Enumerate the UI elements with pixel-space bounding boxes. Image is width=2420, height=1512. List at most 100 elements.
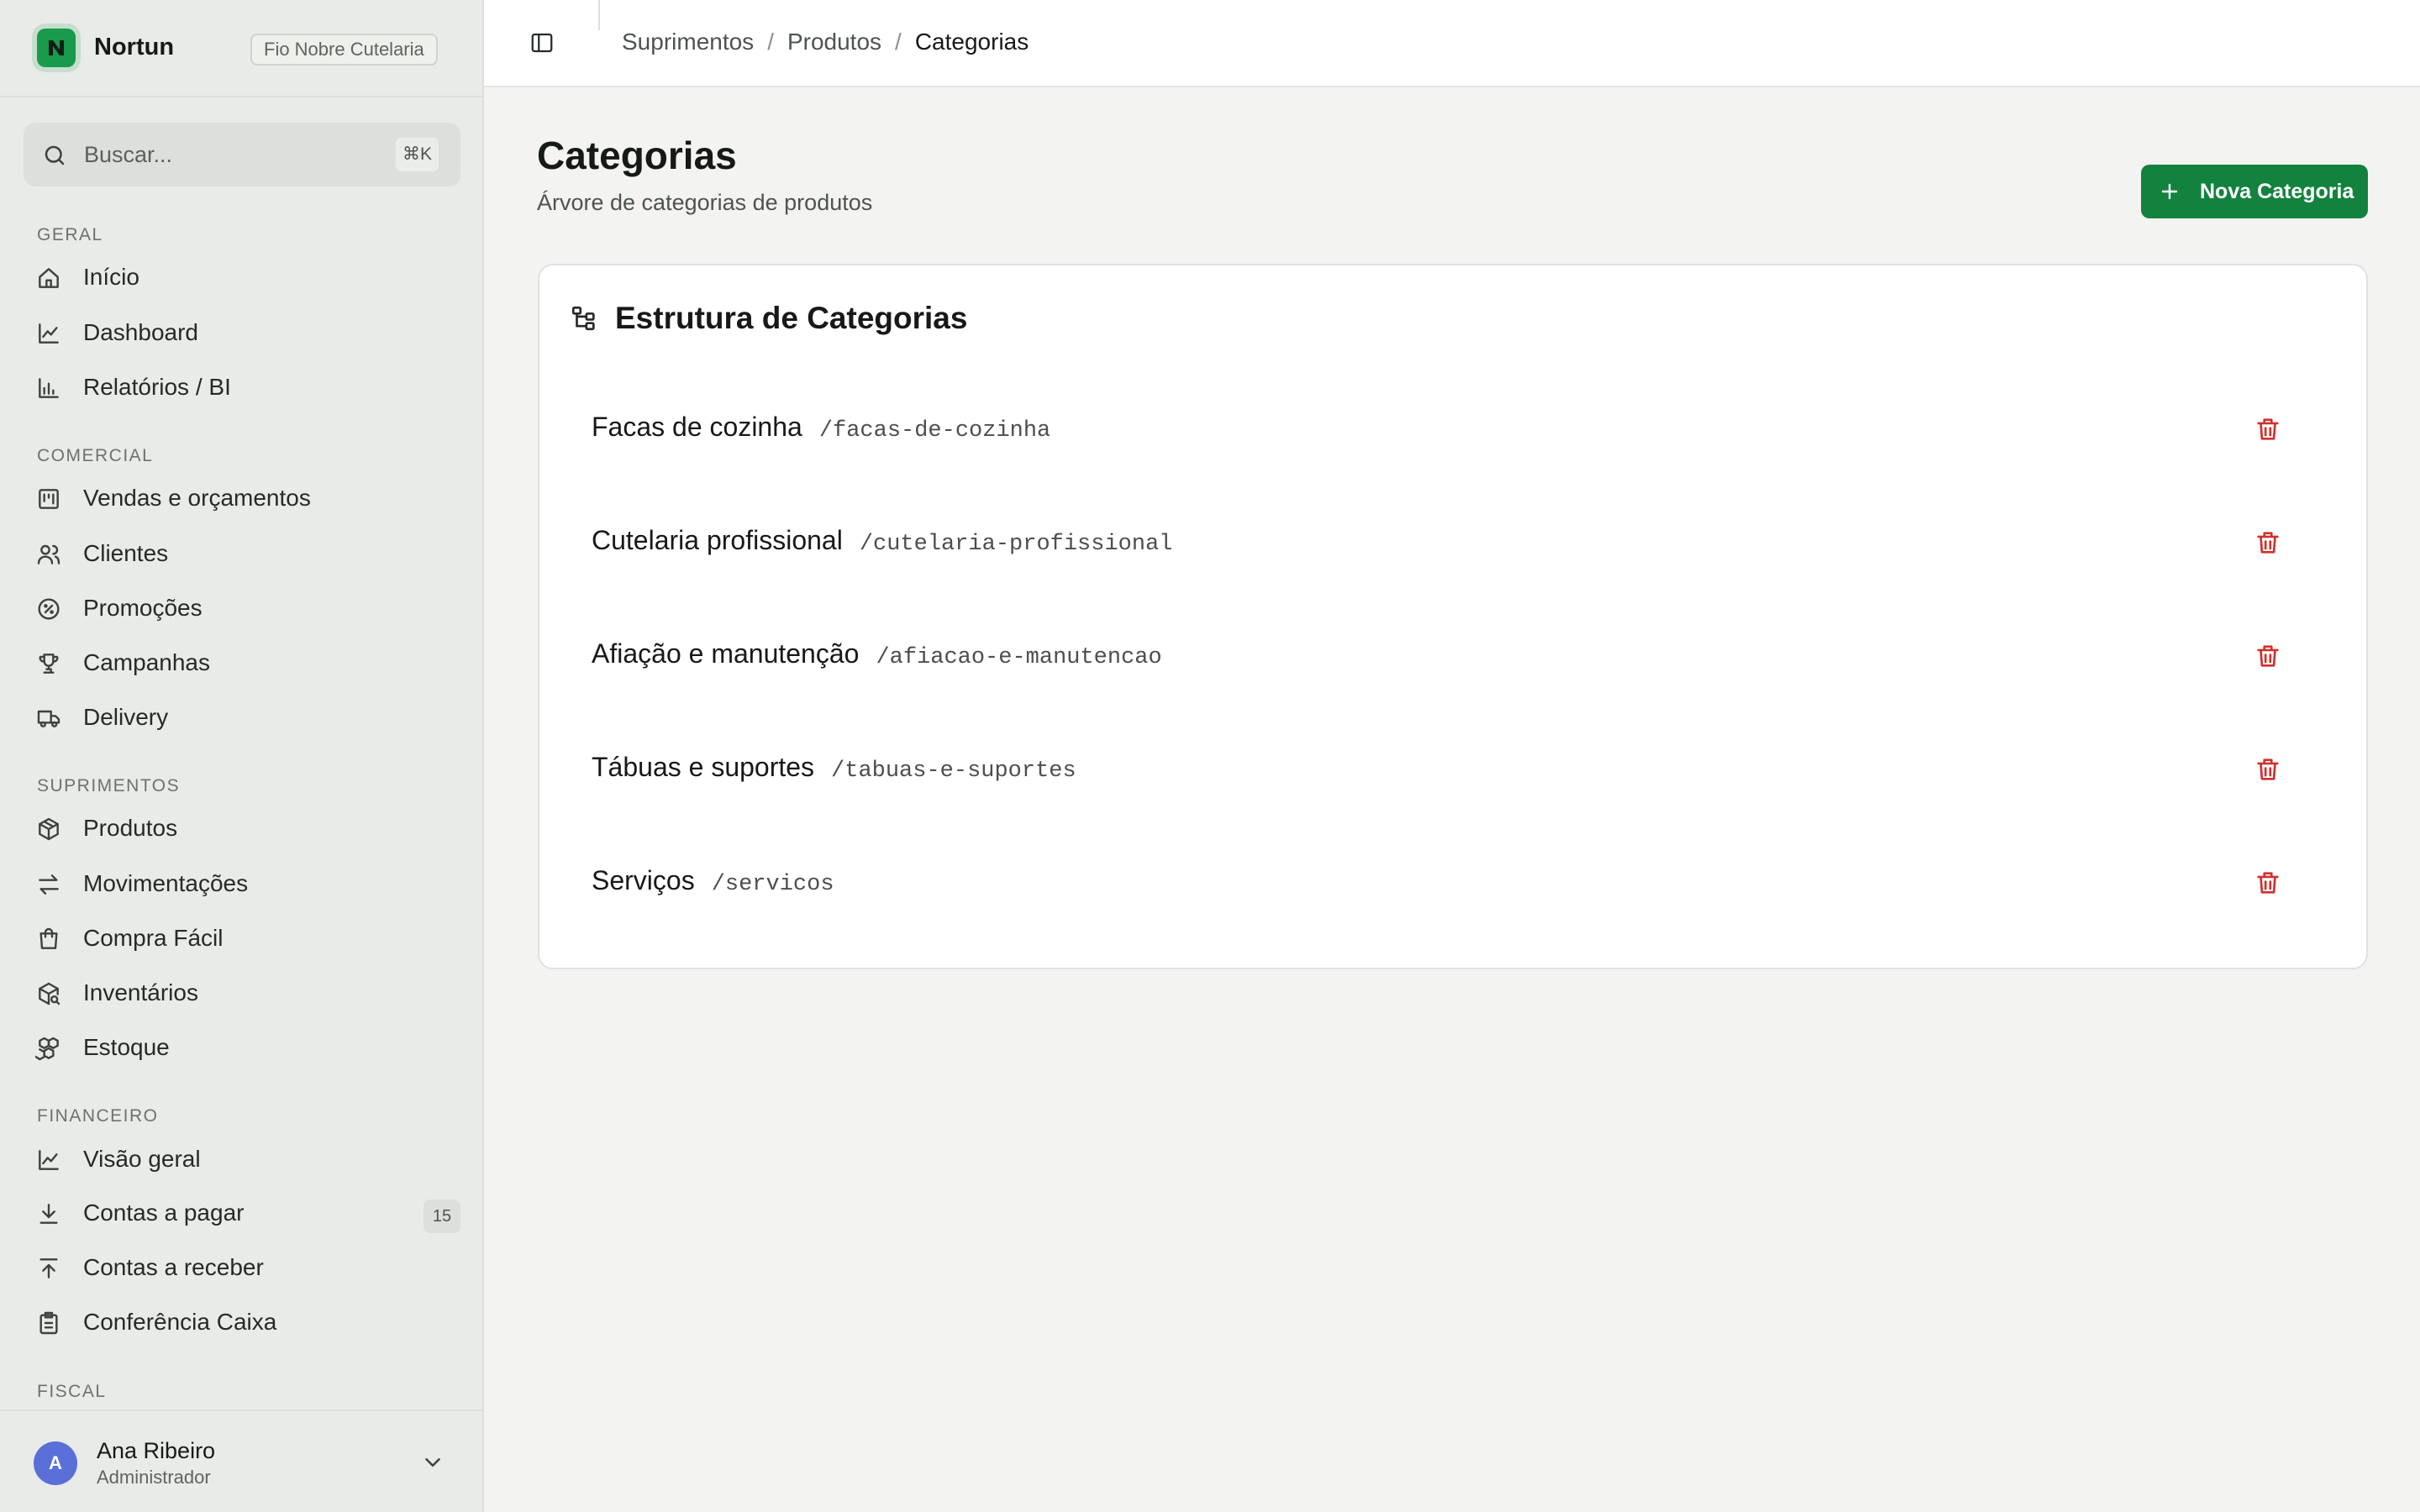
arrows-exchange-icon (35, 871, 62, 898)
sidebar-item-label: Contas a receber (83, 1254, 264, 1280)
sidebar-item-label: Estoque (83, 1034, 170, 1060)
sidebar-item-estoque[interactable]: Estoque (24, 1024, 460, 1071)
breadcrumb-separator: / (895, 29, 902, 55)
sidebar-toggle-icon[interactable] (529, 30, 555, 55)
sidebar-item-produtos[interactable]: Produtos (24, 805, 460, 852)
delete-trash-icon[interactable] (2254, 755, 2282, 784)
nav-section-fiscal: FISCAL (37, 1382, 107, 1401)
nav-section-comercial: COMERCIAL (37, 446, 154, 465)
kanban-icon (35, 486, 62, 512)
user-name: Ana Ribeiro (97, 1438, 216, 1463)
page-subtitle: Árvore de categorias de produtos (537, 190, 873, 215)
sidebar-item-label: Dashboard (83, 319, 198, 345)
users-icon (35, 541, 62, 568)
search-icon (42, 143, 67, 168)
new-category-label: Nova Categoria (2200, 180, 2354, 203)
category-name: Serviços (592, 865, 695, 895)
count-badge: 15 (424, 1200, 460, 1233)
sidebar-item-label: Clientes (83, 540, 169, 566)
sidebar-item-conferencia-caixa[interactable]: Conferência Caixa (24, 1299, 460, 1346)
delete-trash-icon[interactable] (2254, 528, 2282, 557)
category-tree-card: Estrutura de Categorias Facas de cozinha… (538, 264, 2368, 969)
new-category-button[interactable]: Nova Categoria (2141, 165, 2368, 218)
sidebar-item-label: Compra Fácil (83, 925, 224, 951)
brand-logo-icon (37, 29, 76, 67)
category-name-wrap: Tábuas e suportes/tabuas-e-suportes (592, 752, 1076, 784)
sidebar-item-label: Inventários (83, 979, 198, 1005)
download-icon (35, 1200, 62, 1227)
discount-icon (35, 596, 62, 622)
sidebar-item-label: Movimentações (83, 870, 249, 896)
category-name: Tábuas e suportes (592, 752, 815, 782)
category-slug: /tabuas-e-suportes (831, 759, 1076, 784)
sidebar-item-contas-a-pagar[interactable]: Contas a pagar 15 (24, 1189, 460, 1236)
sidebar-item-visao-geral[interactable]: Visão geral (24, 1136, 460, 1183)
plus-icon (2160, 181, 2180, 202)
category-slug: /afiacao-e-manutencao (876, 645, 1162, 670)
category-row[interactable]: Afiação e manutenção/afiacao-e-manutenca… (570, 618, 2339, 699)
category-name-wrap: Facas de cozinha/facas-de-cozinha (592, 412, 1050, 444)
delete-trash-icon[interactable] (2254, 869, 2282, 897)
hierarchy-icon (570, 304, 598, 333)
home-icon (35, 265, 62, 291)
chart-line-icon (35, 1147, 62, 1173)
delete-trash-icon[interactable] (2254, 415, 2282, 444)
sidebar-item-vendas-e-orcamentos[interactable]: Vendas e orçamentos (24, 475, 460, 522)
sidebar-item-inicio[interactable]: Início (24, 254, 460, 301)
sidebar-item-dashboard[interactable]: Dashboard (24, 309, 460, 356)
breadcrumb-produtos[interactable]: Produtos (787, 29, 881, 55)
user-role: Administrador (97, 1467, 211, 1488)
category-row[interactable]: Tábuas e suportes/tabuas-e-suportes (570, 732, 2339, 812)
clipboard-list-icon (35, 1310, 62, 1336)
sidebar-item-label: Conferência Caixa (83, 1309, 277, 1335)
category-name: Cutelaria profissional (592, 525, 843, 555)
sidebar-item-label: Início (83, 264, 139, 290)
sidebar: Nortun Fio Nobre Cutelaria ⌘K GERAL Iníci… (0, 0, 484, 1512)
category-name-wrap: Serviços/servicos (592, 865, 834, 897)
category-row[interactable]: Cutelaria profissional/cutelaria-profiss… (570, 505, 2339, 585)
delete-trash-icon[interactable] (2254, 642, 2282, 670)
category-slug: /cutelaria-profissional (859, 532, 1173, 557)
organization-badge[interactable]: Fio Nobre Cutelaria (250, 34, 438, 66)
category-slug: /servicos (711, 872, 834, 897)
upload-icon (35, 1255, 62, 1282)
brand-header: Nortun Fio Nobre Cutelaria (0, 0, 482, 97)
card-title: Estrutura de Categorias (615, 301, 968, 335)
sidebar-item-relatorios-bi[interactable]: Relatórios / BI (24, 364, 460, 411)
sidebar-item-label: Visão geral (83, 1146, 201, 1172)
category-row[interactable]: Facas de cozinha/facas-de-cozinha (570, 391, 2339, 472)
category-name-wrap: Cutelaria profissional/cutelaria-profiss… (592, 525, 1172, 557)
nav-section-suprimentos: SUPRIMENTOS (37, 776, 181, 795)
sidebar-item-label: Promoções (83, 595, 203, 621)
chevron-down-icon[interactable] (420, 1450, 445, 1475)
sidebar-item-delivery[interactable]: Delivery (24, 694, 460, 741)
topbar-divider (598, 0, 600, 30)
sidebar-item-movimentacoes[interactable]: Movimentações (24, 860, 460, 907)
category-name: Afiação e manutenção (592, 638, 860, 669)
avatar: A (34, 1441, 77, 1485)
bar-chart-icon (35, 375, 62, 402)
sidebar-item-inventarios[interactable]: Inventários (24, 969, 460, 1016)
search-box[interactable]: ⌘K (24, 123, 460, 186)
category-name: Facas de cozinha (592, 412, 802, 442)
sidebar-item-label: Campanhas (83, 649, 210, 675)
category-row[interactable]: Serviços/servicos (570, 845, 2339, 926)
trophy-icon (35, 650, 62, 677)
chart-line-icon (35, 320, 62, 347)
sidebar-item-compra-facil[interactable]: Compra Fácil (24, 915, 460, 962)
category-slug: /facas-de-cozinha (818, 418, 1051, 444)
sidebar-item-promocoes[interactable]: Promoções (24, 585, 460, 632)
sidebar-item-label: Delivery (83, 704, 169, 730)
sidebar-item-label: Contas a pagar (83, 1200, 245, 1226)
user-menu[interactable]: A Ana Ribeiro Administrador (0, 1410, 482, 1512)
nav-section-geral: GERAL (37, 225, 103, 244)
breadcrumb: Suprimentos / Produtos / Categorias (622, 29, 1028, 55)
boxes-icon (35, 1035, 62, 1062)
category-name-wrap: Afiação e manutenção/afiacao-e-manutenca… (592, 638, 1162, 670)
sidebar-item-campanhas[interactable]: Campanhas (24, 639, 460, 686)
breadcrumb-suprimentos[interactable]: Suprimentos (622, 29, 754, 55)
search-input[interactable] (84, 134, 370, 175)
sidebar-item-contas-a-receber[interactable]: Contas a receber (24, 1244, 460, 1291)
page-title: Categorias (537, 134, 737, 177)
sidebar-item-clientes[interactable]: Clientes (24, 530, 460, 577)
